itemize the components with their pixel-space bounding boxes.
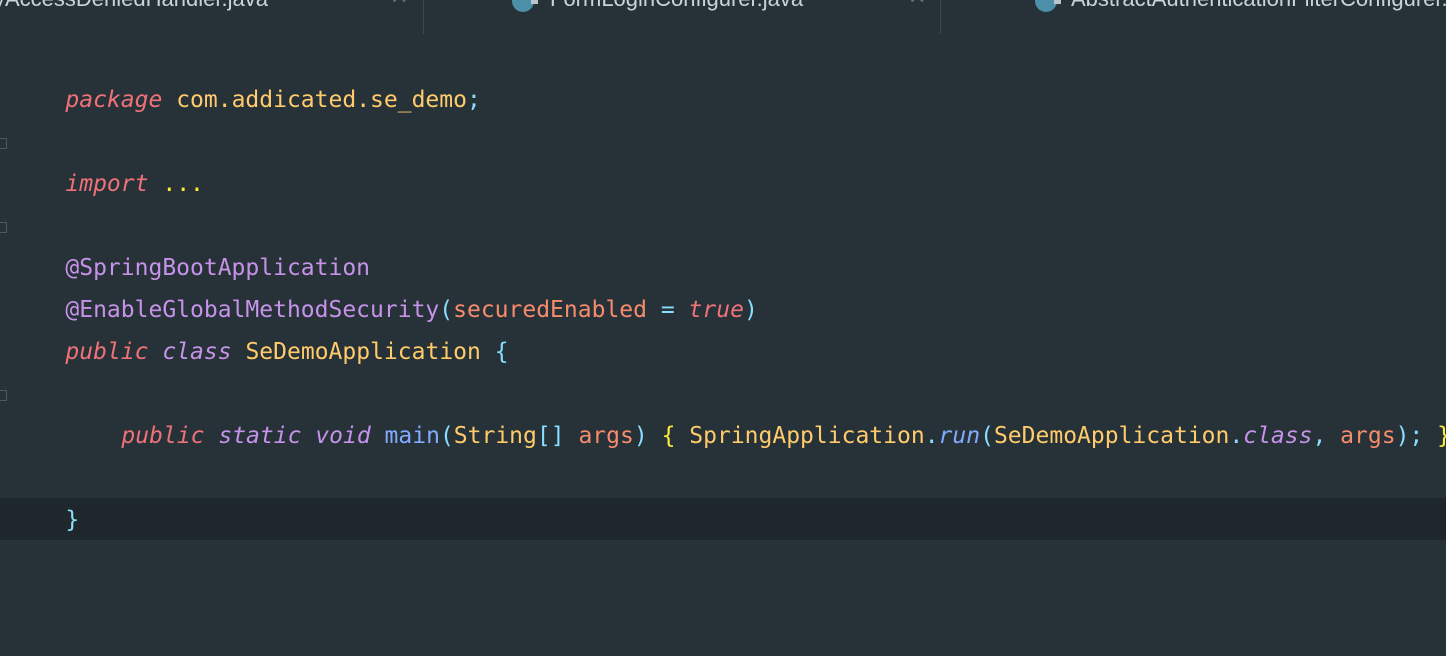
class-name: SeDemoApplication bbox=[245, 339, 481, 365]
semicolon: ; bbox=[1409, 423, 1424, 449]
comma: , bbox=[1312, 423, 1341, 449]
keyword: public bbox=[121, 423, 205, 449]
paren: ( bbox=[980, 423, 994, 449]
array-brackets: [] bbox=[536, 423, 565, 449]
code-line-main-method: public static void main(String[] args) {… bbox=[66, 373, 1446, 449]
paren: ) bbox=[1395, 423, 1410, 449]
dot: . bbox=[1229, 423, 1244, 449]
paren: ) bbox=[633, 423, 648, 449]
tab-label: AbstractAuthenticationFilterConfigurer.j… bbox=[1071, 0, 1446, 12]
parameter: args bbox=[578, 423, 634, 449]
close-icon[interactable]: ✕ bbox=[908, 0, 926, 10]
equals: = bbox=[647, 297, 689, 323]
code-line-annotation: @SpringBootApplication bbox=[10, 205, 370, 281]
keyword: void bbox=[315, 423, 371, 449]
package-name: com.addicated.se_demo bbox=[176, 87, 467, 113]
tab-label: FormLoginConfigurer.java bbox=[550, 0, 803, 12]
keyword: package bbox=[65, 87, 163, 113]
method-name: main bbox=[384, 423, 440, 449]
tab-form-login-configurer[interactable]: FormLoginConfigurer.java ✕ bbox=[424, 0, 940, 34]
folded-brace[interactable]: { bbox=[662, 423, 676, 449]
close-icon[interactable]: ✕ bbox=[390, 0, 408, 10]
current-line-highlight bbox=[0, 498, 1446, 540]
paren: ( bbox=[439, 423, 454, 449]
fold-marker-icon[interactable] bbox=[0, 138, 7, 149]
java-class-icon bbox=[512, 0, 538, 12]
type-name: String bbox=[453, 423, 537, 449]
keyword: import bbox=[65, 171, 149, 197]
tab-label: yAccessDeniedHandler.java bbox=[0, 0, 268, 12]
code-editor[interactable]: package com.addicated.se_demo; import ..… bbox=[0, 44, 1446, 656]
keyword: class bbox=[162, 339, 232, 365]
parameter: args bbox=[1340, 423, 1396, 449]
keyword: static bbox=[218, 423, 302, 449]
method-call: run bbox=[938, 423, 981, 449]
semicolon: ; bbox=[466, 87, 481, 113]
brace: } bbox=[65, 507, 80, 533]
collapsed-imports[interactable]: ... bbox=[162, 171, 204, 197]
code-line-class-declaration: public class SeDemoApplication { bbox=[10, 289, 508, 365]
keyword: class bbox=[1243, 423, 1313, 449]
paren: ) bbox=[743, 297, 758, 323]
tab-abstract-authentication-filter-configurer[interactable]: AbstractAuthenticationFilterConfigurer.j… bbox=[941, 0, 1446, 34]
folded-brace[interactable]: } bbox=[1437, 423, 1446, 449]
class-name: SpringApplication bbox=[689, 423, 925, 449]
code-line-import: import ... bbox=[10, 121, 204, 197]
code-line-package: package com.addicated.se_demo; bbox=[10, 37, 480, 113]
class-name: SeDemoApplication bbox=[993, 423, 1230, 449]
fold-marker-icon[interactable] bbox=[0, 222, 7, 233]
code-line-annotation: @EnableGlobalMethodSecurity(securedEnabl… bbox=[10, 247, 757, 323]
boolean-value: true bbox=[688, 297, 744, 323]
tab-access-denied-handler[interactable]: yAccessDeniedHandler.java ✕ bbox=[0, 0, 420, 34]
java-class-icon bbox=[1035, 0, 1061, 12]
brace: { bbox=[494, 339, 509, 365]
keyword: public bbox=[65, 339, 149, 365]
dot: . bbox=[924, 423, 939, 449]
fold-marker-icon[interactable] bbox=[0, 390, 7, 401]
code-line-closing-brace: } bbox=[10, 457, 79, 533]
